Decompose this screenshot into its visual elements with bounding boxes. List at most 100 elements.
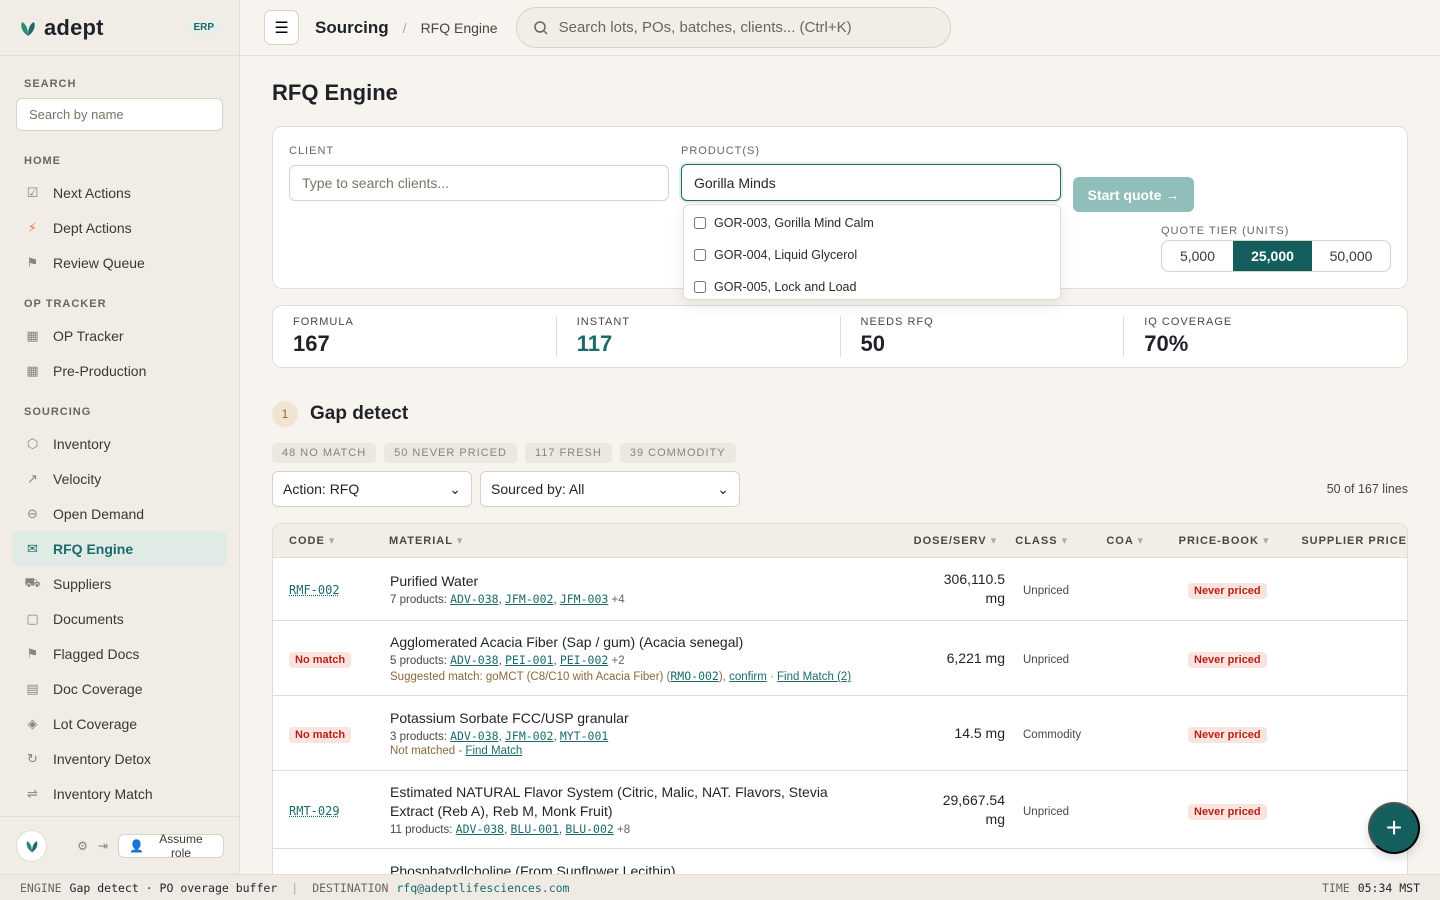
tier-option-5000[interactable]: 5,000 (1162, 241, 1233, 271)
col-code[interactable]: CODE ▾ (273, 534, 373, 547)
code-cell: No match (273, 725, 374, 743)
sidebar-item-velocity[interactable]: ↗ Velocity (12, 461, 227, 496)
product-option[interactable]: GOR-004, Liquid Glycerol (684, 239, 1060, 271)
settings-icon[interactable]: ⚙ (77, 839, 88, 853)
sidebar-item-documents[interactable]: ▢ Documents (12, 601, 227, 636)
col-price-book[interactable]: PRICE-BOOK ▾ (1163, 534, 1286, 547)
sidebar-item-doc-coverage[interactable]: ▤ Doc Coverage (12, 671, 227, 706)
dose-value: 6,221 mg (946, 649, 1005, 666)
product-link[interactable]: JFM-002 (505, 729, 553, 743)
sidebar: adept ERP SEARCH HOME ☑ Next Actions ⚡ Dept … (0, 0, 240, 874)
sidebar-item-label: OP Tracker (53, 327, 124, 344)
sidebar-item-inventory-match[interactable]: ⇌ Inventory Match (12, 776, 227, 811)
breadcrumb-separator: / (402, 19, 407, 36)
col-material[interactable]: MATERIAL ▾ (373, 534, 898, 547)
sidebar-item-dept-actions[interactable]: ⚡ Dept Actions (12, 210, 227, 245)
dose-value: 306,110.5 (943, 571, 1005, 587)
col-class[interactable]: CLASS ▾ (999, 534, 1090, 547)
start-quote-button[interactable]: Start quote → (1073, 177, 1194, 212)
product-link[interactable]: JFM-003 (560, 592, 608, 606)
logout-icon[interactable]: ⇥ (98, 839, 108, 853)
product-link[interactable]: BLU-001 (511, 822, 559, 836)
sidebar-item-label: Next Actions (53, 184, 131, 201)
price-book-cell: Never priced (1172, 581, 1296, 599)
tier-option-25000[interactable]: 25,000 (1233, 241, 1312, 271)
product-link[interactable]: MYT-001 (560, 729, 608, 743)
sort-icon: ▾ (328, 535, 336, 547)
table-row[interactable]: RMT-029 Estimated NATURAL Flavor System … (273, 771, 1407, 849)
product-link[interactable]: ADV-038 (450, 592, 498, 606)
menu-button[interactable]: ☰ (264, 10, 299, 45)
product-link[interactable]: ADV-038 (450, 653, 498, 667)
tier-option-50000[interactable]: 50,000 (1312, 241, 1390, 271)
product-option-checkbox[interactable] (694, 281, 706, 293)
sidebar-search-input[interactable] (16, 98, 223, 131)
product-link[interactable]: JFM-002 (505, 592, 553, 606)
chip-commodity[interactable]: 39 COMMODITY (619, 443, 736, 463)
more-products[interactable]: +8 (617, 824, 630, 836)
table-row[interactable]: RMF-002 Purified Water 7 products: ADV-0… (273, 558, 1407, 621)
class-cell: Unpriced (1007, 802, 1099, 818)
product-link[interactable]: ADV-038 (450, 729, 498, 743)
sidebar-item-label: Open Demand (53, 505, 145, 522)
sidebar-item-inventory[interactable]: ⬡ Inventory (12, 426, 227, 461)
action-filter-select[interactable]: Action: RFQ ⌄ (272, 471, 472, 507)
code-link[interactable]: RMT-029 (289, 804, 340, 818)
product-option[interactable]: GOR-003, Gorilla Mind Calm (684, 207, 1060, 239)
product-link[interactable]: BLU-002 (565, 822, 613, 836)
sidebar-item-op-tracker[interactable]: ▦ OP Tracker (12, 318, 227, 353)
product-option[interactable]: GOR-005, Lock and Load (684, 271, 1060, 303)
status-destination-value[interactable]: rfq@adeptlifesciences.com (396, 881, 569, 895)
assume-role-button[interactable]: 👤 Assume role (117, 832, 224, 860)
table-row[interactable]: No match Potassium Sorbate FCC/USP granu… (273, 696, 1407, 771)
global-search-placeholder: Search lots, POs, batches, clients... (C… (558, 19, 852, 36)
global-search[interactable]: Search lots, POs, batches, clients... (C… (515, 7, 951, 48)
logo[interactable]: adept (18, 15, 104, 41)
col-coa[interactable]: COA ▾ (1090, 534, 1162, 547)
find-match-link[interactable]: Find Match (465, 745, 522, 757)
table-row[interactable]: No match Agglomerated Acacia Fiber (Sap … (273, 621, 1407, 696)
chip-never-priced[interactable]: 50 NEVER PRICED (384, 443, 517, 463)
suggested-match: Suggested match: goMCT (C8/C10 with Acac… (390, 669, 905, 683)
client-input[interactable] (289, 165, 669, 201)
find-match-link[interactable]: Find Match (2) (777, 671, 851, 683)
chip-no-match[interactable]: 48 NO MATCH (272, 443, 377, 463)
sidebar-item-rfq-engine[interactable]: ✉ RFQ Engine (12, 531, 227, 566)
col-supplier-price[interactable]: SUPPLIER PRICE (1285, 535, 1407, 547)
sidebar-item-lot-coverage[interactable]: ◈ Lot Coverage (12, 706, 227, 741)
products-input[interactable] (681, 164, 1061, 201)
product-option-checkbox[interactable] (694, 249, 706, 261)
sourced-filter-select[interactable]: Sourced by: All ⌄ (480, 471, 740, 507)
avatar[interactable] (16, 829, 48, 862)
sidebar-item-next-actions[interactable]: ☑ Next Actions (12, 175, 227, 210)
product-link[interactable]: PEI-001 (505, 653, 553, 667)
product-link[interactable]: PEI-002 (560, 653, 608, 667)
sort-icon: ▾ (1061, 535, 1069, 547)
code-link[interactable]: RMF-002 (289, 583, 340, 597)
truck-icon: ⛟ (24, 574, 41, 590)
product-option-checkbox[interactable] (694, 217, 706, 229)
table-row[interactable]: Phosphatydlcholine (From Sunflower Lecit… (273, 849, 1407, 874)
dose-value: 29,667.54 (942, 791, 1005, 808)
sidebar-item-review-queue[interactable]: ⚑ Review Queue (12, 245, 227, 280)
col-label: MATERIAL (388, 535, 453, 547)
sidebar-item-pre-production[interactable]: ▦ Pre-Production (12, 353, 227, 388)
more-products[interactable]: +4 (612, 594, 625, 606)
col-dose[interactable]: DOSE/SERV ▾ (898, 534, 1000, 547)
chip-fresh[interactable]: 117 FRESH (524, 443, 612, 463)
sidebar-item-suppliers[interactable]: ⛟ Suppliers (12, 566, 227, 601)
sidebar-item-flagged-docs[interactable]: ⚑ Flagged Docs (12, 636, 227, 671)
breadcrumb-sourcing[interactable]: Sourcing (315, 18, 389, 38)
more-products[interactable]: +2 (612, 655, 625, 667)
no-match-badge: No match (289, 727, 352, 743)
sidebar-item-inventory-detox[interactable]: ↻ Inventory Detox (12, 741, 227, 776)
stat-label: NEEDS RFQ (860, 316, 934, 328)
sidebar-item-open-demand[interactable]: ⊖ Open Demand (12, 496, 227, 531)
sidebar-item-label: Suppliers (53, 575, 112, 592)
action-filter-value: Action: RFQ (283, 481, 360, 497)
confirm-link[interactable]: confirm (729, 671, 767, 683)
material-name: Agglomerated Acacia Fiber (Sap / gum) (A… (390, 634, 744, 650)
add-fab-button[interactable]: + (1368, 802, 1420, 854)
suggested-code-link[interactable]: RMO-002 (670, 669, 718, 683)
product-link[interactable]: ADV-038 (456, 822, 504, 836)
